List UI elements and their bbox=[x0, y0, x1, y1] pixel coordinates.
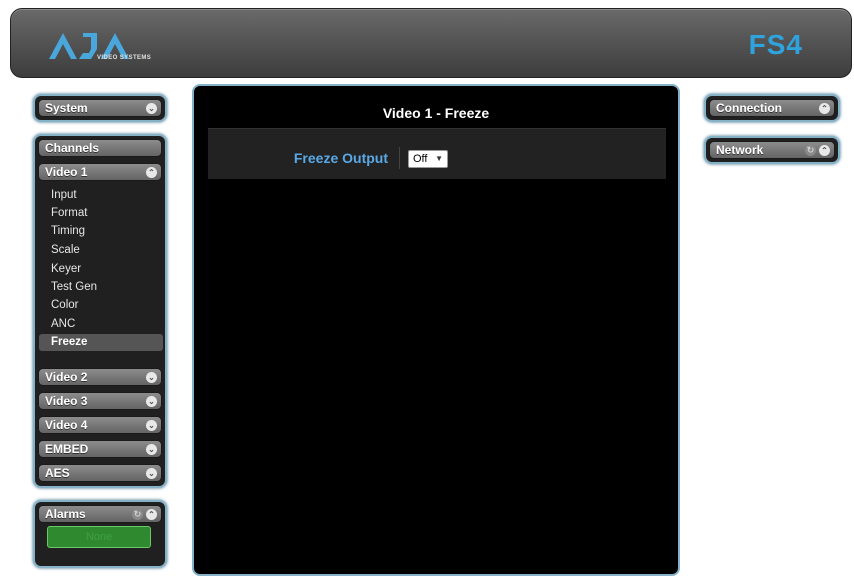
menu-item-format[interactable]: Format bbox=[51, 207, 87, 219]
menu-item-test-gen[interactable]: Test Gen bbox=[51, 281, 97, 293]
video3-label: Video 3 bbox=[45, 394, 88, 408]
alarms-label: Alarms bbox=[45, 507, 86, 521]
alarms-panel: Alarms ↻ ⌃ None bbox=[33, 500, 167, 568]
video4-label: Video 4 bbox=[45, 418, 88, 432]
channels-panel: Channels Video 1 ⌃ Input Format Timing S… bbox=[33, 134, 167, 488]
freeze-output-select[interactable]: Off ▼ bbox=[408, 150, 448, 168]
chevron-down-icon: ⌄ bbox=[146, 103, 157, 114]
chevron-up-icon: ⌃ bbox=[146, 167, 157, 178]
video1-button[interactable]: Video 1 ⌃ bbox=[38, 163, 162, 181]
menu-item-scale[interactable]: Scale bbox=[51, 244, 80, 256]
system-button[interactable]: System ⌄ bbox=[38, 99, 162, 117]
system-label: System bbox=[45, 101, 88, 115]
chevron-down-icon: ⌄ bbox=[146, 420, 157, 431]
chevron-down-icon: ⌄ bbox=[146, 396, 157, 407]
network-button[interactable]: Network ↻ ⌃ bbox=[709, 141, 835, 159]
menu-item-timing[interactable]: Timing bbox=[51, 225, 85, 237]
freeze-output-value: Off bbox=[413, 153, 428, 165]
video4-button[interactable]: Video 4 ⌄ bbox=[38, 416, 162, 434]
menu-item-color[interactable]: Color bbox=[51, 299, 78, 311]
logo-subtext: VIDEO SYSTEMS bbox=[97, 55, 152, 61]
alarms-button[interactable]: Alarms ↻ ⌃ bbox=[38, 505, 162, 523]
header-bar: VIDEO SYSTEMS FS4 bbox=[10, 8, 852, 78]
alarm-status-button[interactable]: None bbox=[47, 526, 151, 548]
menu-item-keyer[interactable]: Keyer bbox=[51, 263, 81, 275]
chevron-down-icon: ⌄ bbox=[146, 444, 157, 455]
video2-label: Video 2 bbox=[45, 370, 88, 384]
channels-header: Channels bbox=[38, 139, 162, 157]
video3-button[interactable]: Video 3 ⌄ bbox=[38, 392, 162, 410]
refresh-icon[interactable]: ↻ bbox=[132, 509, 143, 520]
chevron-up-icon: ⌃ bbox=[146, 509, 157, 520]
freeze-output-row: Freeze Output Off ▼ bbox=[208, 128, 666, 179]
menu-item-anc[interactable]: ANC bbox=[51, 318, 75, 330]
network-label: Network bbox=[716, 143, 764, 157]
aes-button[interactable]: AES ⌄ bbox=[38, 464, 162, 482]
aes-label: AES bbox=[45, 466, 70, 480]
video1-label: Video 1 bbox=[45, 165, 88, 179]
embed-button[interactable]: EMBED ⌄ bbox=[38, 440, 162, 458]
system-panel: System ⌄ bbox=[33, 94, 167, 122]
chevron-up-icon: ⌃ bbox=[819, 145, 830, 156]
aja-logo bbox=[49, 33, 129, 59]
connection-button[interactable]: Connection ⌃ bbox=[709, 99, 835, 117]
freeze-output-label: Freeze Output bbox=[293, 150, 388, 166]
chevron-down-icon: ⌄ bbox=[146, 372, 157, 383]
connection-label: Connection bbox=[716, 101, 782, 115]
content-panel: Video 1 - Freeze Freeze Output Off ▼ bbox=[192, 84, 680, 576]
chevron-down-icon: ⌄ bbox=[146, 468, 157, 479]
menu-item-freeze[interactable]: Freeze bbox=[51, 336, 87, 348]
embed-label: EMBED bbox=[45, 442, 89, 456]
page-title: Video 1 - Freeze bbox=[382, 105, 490, 121]
connection-panel: Connection ⌃ bbox=[704, 94, 840, 122]
refresh-icon[interactable]: ↻ bbox=[805, 145, 816, 156]
menu-item-input[interactable]: Input bbox=[51, 189, 77, 201]
chevron-up-icon: ⌃ bbox=[819, 103, 830, 114]
network-panel: Network ↻ ⌃ bbox=[704, 136, 840, 164]
dropdown-arrow-icon: ▼ bbox=[435, 154, 443, 163]
channels-title: Channels bbox=[45, 141, 100, 155]
model-name: FS4 bbox=[748, 29, 803, 60]
divider bbox=[399, 147, 400, 169]
video2-button[interactable]: Video 2 ⌄ bbox=[38, 368, 162, 386]
